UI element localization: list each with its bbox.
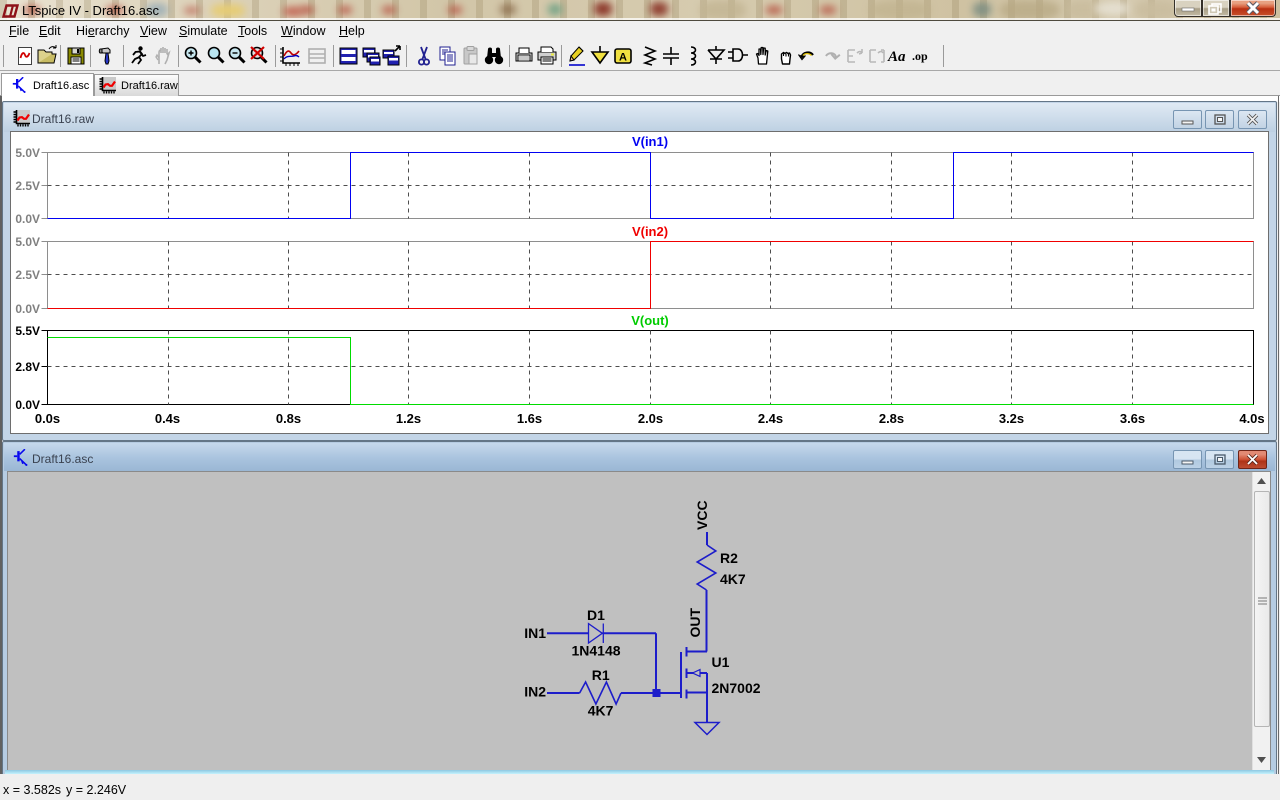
svg-text:V(out): V(out) <box>631 313 669 328</box>
svg-text:2.8V: 2.8V <box>15 360 40 374</box>
svg-text:1.2s: 1.2s <box>396 411 421 426</box>
svg-text:2N7002: 2N7002 <box>712 680 761 696</box>
svg-text:2.8s: 2.8s <box>879 411 904 426</box>
svg-text:D1: D1 <box>587 607 605 623</box>
svg-text:1N4148: 1N4148 <box>572 643 621 659</box>
svg-text:0.8s: 0.8s <box>276 411 301 426</box>
svg-text:IN1: IN1 <box>524 625 546 641</box>
svg-text:R1: R1 <box>592 667 610 683</box>
svg-text:5.0V: 5.0V <box>15 235 40 249</box>
svg-text:0.4s: 0.4s <box>155 411 180 426</box>
svg-text:VCC: VCC <box>694 500 710 530</box>
svg-text:3.6s: 3.6s <box>1120 411 1145 426</box>
svg-text:4.0s: 4.0s <box>1239 411 1264 426</box>
svg-text:A: A <box>619 52 627 64</box>
svg-text:V(in1): V(in1) <box>632 134 668 149</box>
svg-text:4K7: 4K7 <box>720 571 746 587</box>
svg-text:4K7: 4K7 <box>588 703 614 719</box>
svg-text:5.0V: 5.0V <box>15 146 40 160</box>
svg-text:.op: .op <box>912 49 928 63</box>
svg-text:2.5V: 2.5V <box>15 268 40 282</box>
svg-text:IN2: IN2 <box>524 684 546 700</box>
svg-text:2.5V: 2.5V <box>15 179 40 193</box>
svg-text:0.0V: 0.0V <box>15 398 40 412</box>
svg-text:R2: R2 <box>720 550 738 566</box>
svg-text:V(in2): V(in2) <box>632 224 668 239</box>
svg-text:Aa: Aa <box>887 49 906 65</box>
svg-text:5.5V: 5.5V <box>15 324 40 338</box>
svg-text:OUT: OUT <box>687 608 703 638</box>
svg-text:3.2s: 3.2s <box>999 411 1024 426</box>
svg-text:2.4s: 2.4s <box>758 411 783 426</box>
svg-text:1.6s: 1.6s <box>517 411 542 426</box>
svg-text:0.0s: 0.0s <box>35 411 60 426</box>
svg-text:0.0V: 0.0V <box>15 302 40 316</box>
svg-text:U1: U1 <box>712 654 730 670</box>
svg-text:2.0s: 2.0s <box>638 411 663 426</box>
svg-text:0.0V: 0.0V <box>15 212 40 226</box>
